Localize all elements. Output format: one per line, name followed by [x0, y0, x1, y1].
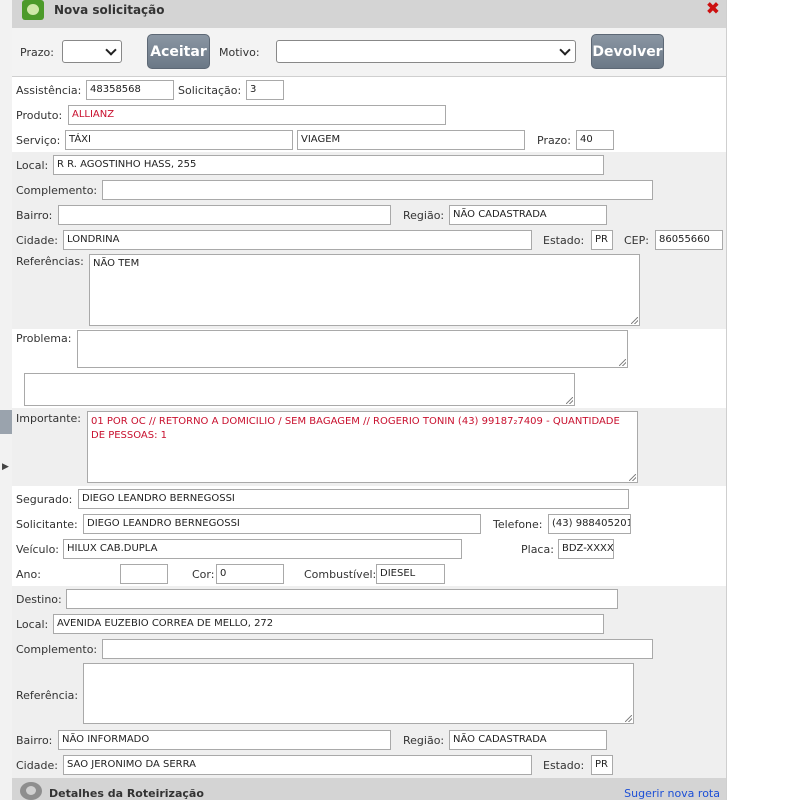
referencias-textarea[interactable]: NÃO TEM [89, 254, 640, 326]
routing-details-header[interactable]: Detalhes da Roteirização Sugerir nova ro… [12, 778, 726, 800]
cor-label: Cor: [192, 568, 215, 581]
accept-button[interactable]: Aceitar [147, 34, 210, 69]
motivo-select[interactable] [276, 40, 576, 63]
close-icon[interactable]: ✖ [706, 0, 720, 18]
destino-local-field[interactable]: AVENIDA EUZEBIO CORREA DE MELLO, 272 [53, 614, 604, 634]
segurado-label: Segurado: [16, 493, 73, 506]
placa-label: Placa: [521, 543, 554, 556]
routing-details-title: Detalhes da Roteirização [49, 787, 204, 800]
combustivel-field[interactable]: DIESEL [376, 564, 445, 584]
map-globe-icon [20, 782, 42, 800]
telefone-field[interactable]: (43) 988405201 [548, 514, 631, 534]
prazo-select[interactable] [62, 40, 122, 63]
destino-estado-label: Estado: [543, 759, 585, 772]
combustivel-label: Combustível: [304, 568, 377, 581]
new-request-panel: Nova solicitação ✖ Prazo: Aceitar Motivo… [12, 0, 727, 800]
return-button[interactable]: Devolver [591, 34, 664, 69]
servico-tipo-field[interactable]: VIAGEM [297, 130, 525, 150]
destino-referencia-textarea[interactable] [83, 663, 634, 724]
destino-regiao-label: Região: [403, 734, 445, 747]
solicitante-field[interactable]: DIEGO LEANDRO BERNEGOSSI [83, 514, 481, 534]
action-toolbar: Prazo: Aceitar Motivo: Devolver [12, 28, 726, 77]
destino-bairro-label: Bairro: [16, 734, 53, 747]
importante-textarea[interactable]: 01 POR OC // RETORNO A DOMICILIO / SEM B… [87, 411, 638, 483]
chevron-down-icon [105, 44, 117, 56]
assistencia-label: Assistência: [16, 84, 82, 97]
solicitacao-field[interactable]: 3 [246, 80, 284, 100]
destino-regiao-field[interactable]: NÃO CADASTRADA [449, 730, 607, 750]
chevron-down-icon [559, 44, 571, 56]
complemento-field[interactable] [102, 180, 653, 200]
servico-prazo-field[interactable]: 40 [576, 130, 614, 150]
servico-label: Serviço: [16, 134, 61, 147]
segurado-field[interactable]: DIEGO LEANDRO BERNEGOSSI [78, 489, 629, 509]
side-tab-handle[interactable] [0, 410, 12, 434]
destino-local-label: Local: [16, 618, 49, 631]
destino-cidade-field[interactable]: SAO JERONIMO DA SERRA [63, 755, 532, 775]
cor-field[interactable]: 0 [216, 564, 284, 584]
destino-complemento-label: Complemento: [16, 643, 98, 656]
expand-arrow-icon[interactable]: ▶ [2, 462, 9, 472]
importante-label: Importante: [16, 412, 82, 425]
referencias-label: Referências: [16, 255, 84, 268]
problema-textarea[interactable] [77, 330, 628, 368]
cidade-label: Cidade: [16, 234, 58, 247]
solicitante-label: Solicitante: [16, 518, 78, 531]
ano-field[interactable] [120, 564, 168, 584]
estado-field[interactable]: PR [591, 230, 613, 250]
regiao-label: Região: [403, 209, 445, 222]
suggest-route-link[interactable]: Sugerir nova rota [624, 787, 720, 800]
produto-label: Produto: [16, 109, 63, 122]
complemento-label: Complemento: [16, 184, 98, 197]
destino-cidade-label: Cidade: [16, 759, 58, 772]
problema-extra-textarea[interactable] [24, 373, 575, 406]
destino-bairro-field[interactable]: NÃO INFORMADO [58, 730, 391, 750]
assistencia-field[interactable]: 48358568 [86, 80, 174, 100]
title-bar: Nova solicitação ✖ [12, 0, 726, 28]
local-field[interactable]: R R. AGOSTINHO HASS, 255 [53, 155, 604, 175]
bairro-field[interactable] [58, 205, 391, 225]
destino-label: Destino: [16, 593, 62, 606]
regiao-field[interactable]: NÃO CADASTRADA [449, 205, 607, 225]
telefone-label: Telefone: [493, 518, 543, 531]
veiculo-field[interactable]: HILUX CAB.DUPLA [63, 539, 462, 559]
destino-complemento-field[interactable] [102, 639, 653, 659]
cep-field[interactable]: 86055660 [655, 230, 723, 250]
cep-label: CEP: [624, 234, 649, 247]
toolbar-motivo-label: Motivo: [219, 46, 260, 59]
destino-field[interactable] [66, 589, 618, 609]
servico-prazo-label: Prazo: [537, 134, 571, 147]
destino-estado-field[interactable]: PR [591, 755, 613, 775]
veiculo-label: Veículo: [16, 543, 60, 556]
placa-field[interactable]: BDZ-XXXX [558, 539, 614, 559]
servico-field[interactable]: TÁXI [65, 130, 293, 150]
ano-label: Ano: [16, 568, 41, 581]
problema-label: Problema: [16, 332, 72, 345]
window-title: Nova solicitação [54, 3, 165, 17]
map-globe-icon [22, 0, 44, 20]
estado-label: Estado: [543, 234, 585, 247]
bairro-label: Bairro: [16, 209, 53, 222]
produto-field[interactable]: ALLIANZ [68, 105, 446, 125]
local-label: Local: [16, 159, 49, 172]
destino-referencia-label: Referência: [16, 689, 79, 702]
solicitacao-label: Solicitação: [178, 84, 242, 97]
cidade-field[interactable]: LONDRINA [63, 230, 532, 250]
toolbar-prazo-label: Prazo: [20, 46, 54, 59]
